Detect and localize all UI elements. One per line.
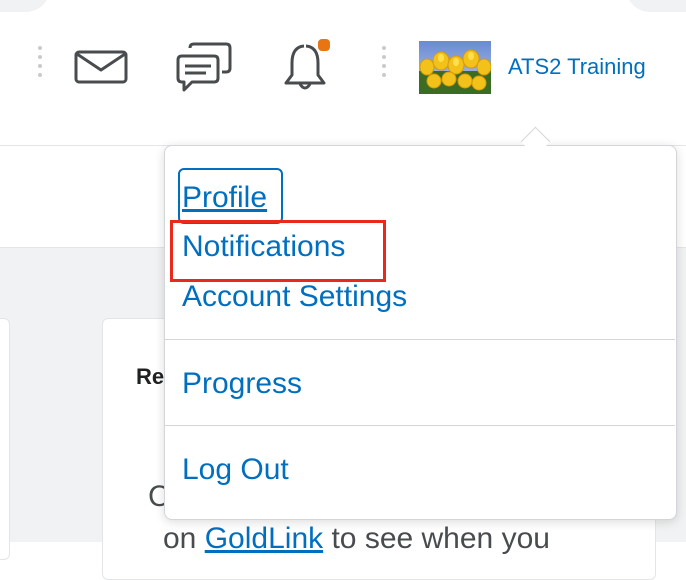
menu-item-notifications[interactable]: Notifications — [182, 229, 345, 265]
mail-icon[interactable] — [74, 50, 128, 84]
card-line-prefix: on — [163, 522, 205, 555]
left-card — [0, 318, 10, 560]
separator-dots-left — [38, 46, 42, 82]
menu-item-progress[interactable]: Progress — [182, 366, 302, 402]
card-text-line: on GoldLink to see when you — [163, 522, 550, 556]
card-line-suffix: to see when you — [323, 522, 550, 555]
menu-divider — [165, 425, 675, 426]
notification-dot — [316, 37, 332, 53]
goldlink-link[interactable]: GoldLink — [205, 522, 323, 555]
user-name-link[interactable]: ATS2 Training — [508, 54, 646, 80]
menu-item-profile[interactable]: Profile — [182, 180, 267, 216]
menu-divider — [165, 339, 675, 340]
top-edge-decoration — [0, 0, 686, 18]
menu-item-log-out[interactable]: Log Out — [182, 452, 289, 488]
avatar[interactable] — [419, 41, 491, 94]
chat-icon[interactable] — [176, 42, 232, 94]
separator-dots-right — [382, 46, 386, 82]
card-heading: Re — [136, 364, 165, 389]
menu-item-account-settings[interactable]: Account Settings — [182, 279, 407, 315]
